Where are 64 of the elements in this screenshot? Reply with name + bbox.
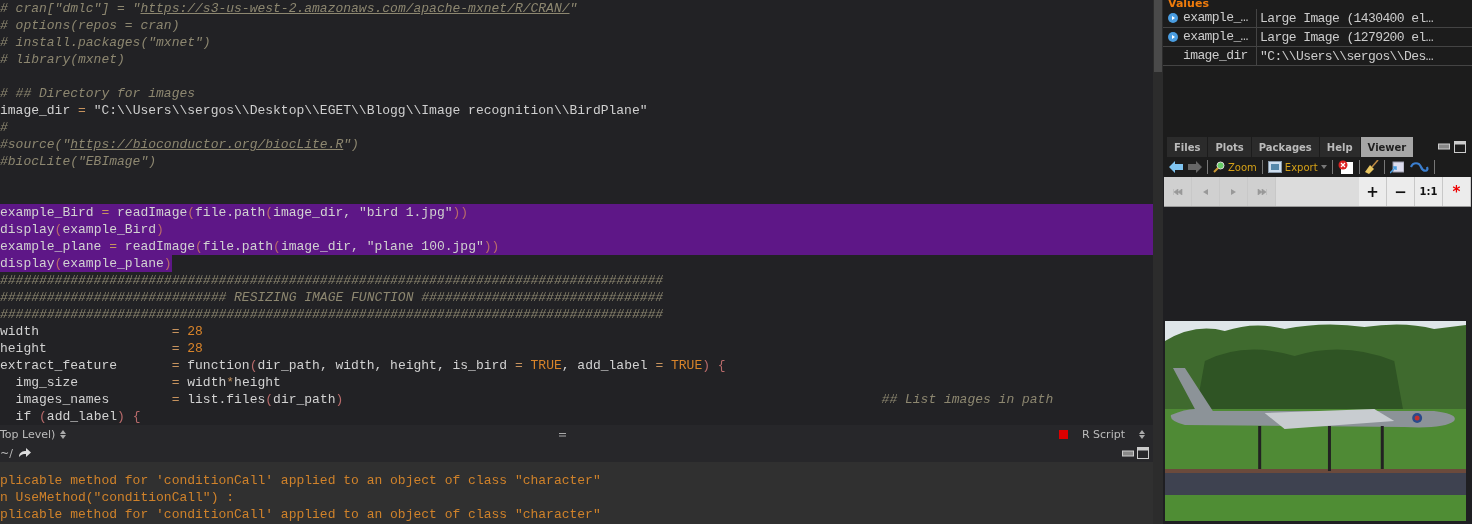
code-line: # cran["dmlc"] = "https://s3-us-west-2.amazonaws.com/apache-mxnet/R/CRAN/": [0, 0, 578, 17]
code-line: # ## Directory for images: [0, 85, 196, 102]
skip-back-icon: [1172, 188, 1183, 195]
left-triangle-icon: [1203, 188, 1208, 195]
code-line: #####################################################################################: [0, 306, 664, 323]
code-line: img_size = width*height: [14, 374, 281, 391]
console-path: ~/: [0, 446, 13, 460]
code-line: if (add_label) {: [14, 408, 141, 425]
back-arrow-icon[interactable]: [1169, 161, 1183, 173]
expand-icon[interactable]: [1167, 32, 1178, 42]
stop-icon: [1058, 430, 1068, 439]
zoom-in-button[interactable]: +: [1359, 177, 1387, 206]
code-line: extract_feature = function(dir_path, width, height, is_bird = TRUE, add_label = TRUE) {: [0, 357, 726, 374]
caret-icon: [1320, 165, 1327, 169]
code-line: #biocLite("EBImage"): [0, 153, 157, 170]
broom-icon[interactable]: [1364, 160, 1379, 174]
drag-handle-icon[interactable]: [559, 432, 567, 437]
code-line: #: [0, 119, 8, 136]
code-line: image_dir = "C:\\Users\\sergos\\Desktop\\EGET\\Blogg\\Image recognition\\BirdPlane": [0, 102, 648, 119]
file-type-label[interactable]: R Script: [1081, 428, 1125, 441]
code-line: ############################# RESIZING IMAGE FUNCTION ###############################: [0, 289, 664, 306]
scope-label[interactable]: Top Level): [0, 428, 56, 441]
variable-name[interactable]: image_dir: [1182, 47, 1257, 65]
variable-value: Large Image (1430400 el…: [1259, 10, 1433, 26]
maximize-icon[interactable]: [1454, 140, 1466, 153]
popout-icon[interactable]: [1389, 160, 1404, 174]
variable-value: Large Image (1279200 el…: [1259, 29, 1433, 45]
code-line: #####################################################################################: [0, 272, 664, 289]
code-line: height = 28: [0, 340, 203, 357]
code-line: #source("https://bioconductor.org/biocLite.R"): [0, 136, 359, 153]
console-line: plicable method for 'conditionCall' applied to an object of class "character": [0, 472, 602, 489]
variable-name[interactable]: example_…: [1182, 28, 1257, 46]
zoom-out-button[interactable]: −: [1387, 177, 1415, 206]
tab[interactable]: Help: [1319, 137, 1360, 157]
code-line: images_names = list.files(dir_path) ## List images in path: [14, 391, 1054, 408]
updown-icon[interactable]: [60, 430, 67, 439]
code-line: # install.packages("mxnet"): [0, 34, 211, 51]
right-triangle-icon: [1231, 188, 1236, 195]
image-icon: [1267, 161, 1282, 173]
scrollbar[interactable]: [1153, 0, 1163, 524]
updown-icon[interactable]: [1139, 430, 1145, 439]
magnifier-icon: [1213, 161, 1225, 173]
tab[interactable]: Plots: [1208, 137, 1251, 157]
reset-button[interactable]: *: [1443, 177, 1471, 206]
tab[interactable]: Packages: [1251, 137, 1319, 157]
code-line: # library(mxnet): [0, 51, 125, 68]
tab[interactable]: Files: [1167, 137, 1208, 157]
export-button[interactable]: Export: [1267, 161, 1327, 173]
tab[interactable]: Viewer: [1360, 137, 1414, 157]
variable-value: "C:\\Users\\sergos\\Des…: [1259, 48, 1433, 64]
code-line: width = 28: [0, 323, 203, 340]
console-line: plicable method for 'conditionCall' applied to an object of class "character": [0, 506, 602, 523]
forward-arrow-icon[interactable]: [17, 448, 31, 458]
expand-icon[interactable]: [1167, 13, 1178, 23]
minimize-icon[interactable]: [1122, 449, 1134, 457]
sync-icon[interactable]: [1408, 161, 1429, 173]
code-line: # options(repos = cran): [0, 17, 180, 34]
skip-forward-icon: [1256, 188, 1267, 195]
actual-size-button[interactable]: 1:1: [1415, 177, 1443, 206]
console-line: n UseMethod("conditionCall") :: [0, 489, 236, 506]
zoom-button[interactable]: Zoom: [1213, 161, 1257, 173]
remove-image-icon[interactable]: [1337, 160, 1354, 174]
maximize-icon[interactable]: [1137, 447, 1149, 459]
variable-name[interactable]: example_…: [1182, 9, 1257, 27]
